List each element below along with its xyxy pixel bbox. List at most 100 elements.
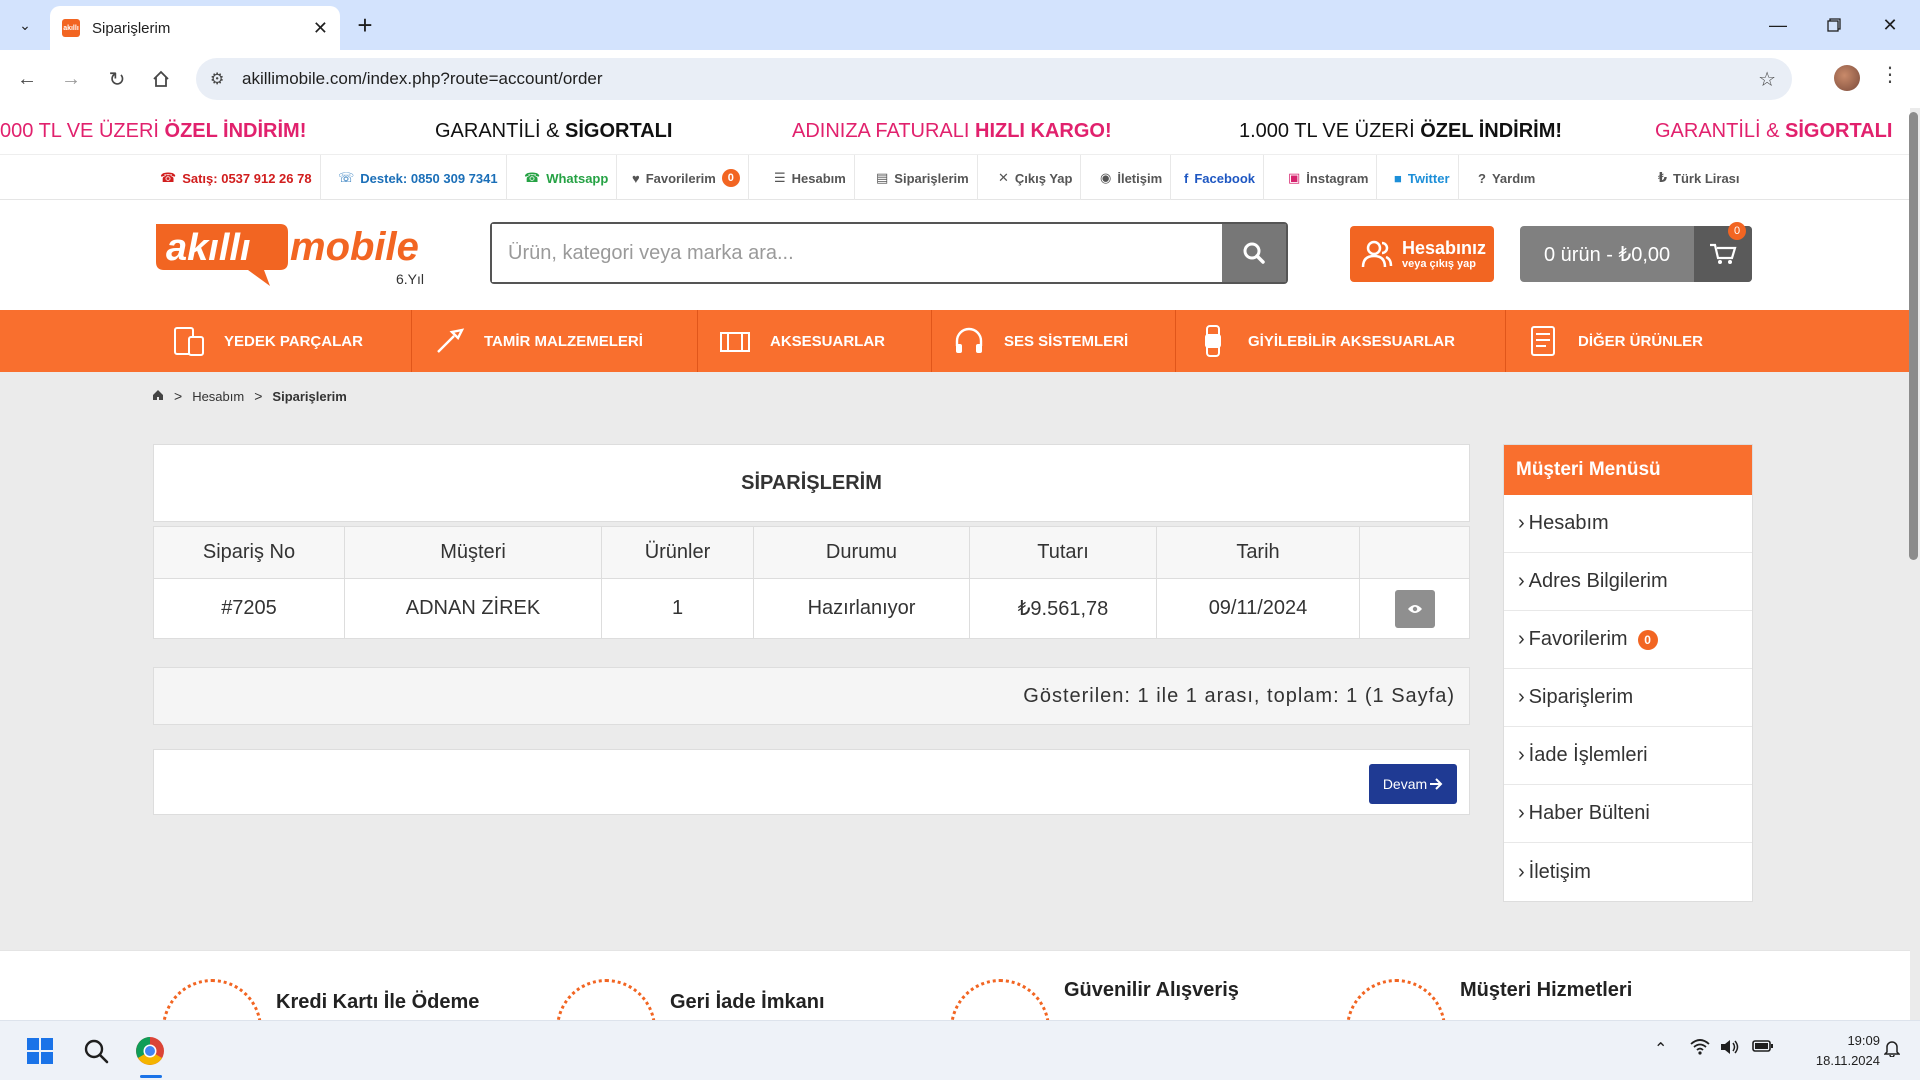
logout-link[interactable]: ✕ Çıkış Yap bbox=[990, 155, 1082, 201]
marquee-item: ADINIZA FATURALI HIZLI KARGO! bbox=[792, 120, 1112, 142]
credit-card-icon bbox=[162, 979, 262, 1020]
notification-bell-icon[interactable] bbox=[1883, 1039, 1901, 1062]
sidebar-item-orders[interactable]: › Siparişlerim bbox=[1504, 669, 1752, 727]
browser-tab-strip: ⌄ akıllı Siparişlerim ✕ + — ✕ bbox=[0, 0, 1920, 50]
feature-title: Kredi Kartı İle Ödeme bbox=[276, 991, 480, 1013]
sidebar-item-addresses[interactable]: › Adres Bilgilerim bbox=[1504, 553, 1752, 611]
order-actions-cell bbox=[1359, 578, 1470, 639]
tab-close-icon[interactable]: ✕ bbox=[313, 18, 328, 39]
feature-secure: Güvenilir Alışveriş bbox=[950, 979, 1239, 1020]
battery-icon[interactable] bbox=[1752, 1039, 1774, 1058]
location-pin-icon: ◉ bbox=[1100, 170, 1112, 185]
page-scrollbar[interactable] bbox=[1909, 112, 1918, 560]
view-order-button[interactable] bbox=[1394, 589, 1435, 628]
help-link[interactable]: ? Yardım bbox=[1470, 155, 1543, 201]
breadcrumb-account-link[interactable]: Hesabım bbox=[192, 389, 244, 404]
forward-arrow-icon[interactable]: → bbox=[56, 64, 86, 94]
continue-bar: Devam bbox=[153, 749, 1470, 815]
profile-avatar[interactable] bbox=[1834, 65, 1860, 91]
customer-menu: Müşteri Menüsü › Hesabım › Adres Bilgileri… bbox=[1503, 444, 1753, 902]
whatsapp-link[interactable]: ☎ Whatsapp bbox=[516, 155, 618, 201]
system-clock[interactable]: 19:09 18.11.2024 bbox=[1790, 1031, 1880, 1071]
taskbar-search-icon[interactable] bbox=[78, 1033, 114, 1069]
sidebar-item-contact[interactable]: › İletişim bbox=[1504, 843, 1752, 901]
sidebar-item-account[interactable]: › Hesabım bbox=[1504, 495, 1752, 553]
twitter-link[interactable]: ■ Twitter bbox=[1386, 155, 1459, 201]
chrome-taskbar-icon[interactable] bbox=[132, 1033, 168, 1069]
wifi-icon[interactable] bbox=[1690, 1039, 1710, 1060]
chevron-right-icon: › bbox=[1518, 570, 1525, 592]
cart-count-badge: 0 bbox=[1728, 222, 1746, 240]
back-arrow-icon[interactable]: ← bbox=[12, 64, 42, 94]
windows-taskbar: ⌃ 19:09 18.11.2024 bbox=[0, 1020, 1920, 1080]
favorites-count-badge: 0 bbox=[721, 169, 740, 187]
sales-phone-link[interactable]: ☎ Satış: 0537 912 26 78 bbox=[152, 155, 321, 201]
new-tab-plus-icon[interactable]: + bbox=[350, 10, 380, 40]
film-strip-icon bbox=[720, 332, 750, 352]
category-label: GİYİLEBİLİR AKSESUARLAR bbox=[1248, 332, 1455, 350]
cart-button[interactable]: 0 ürün - ₺0,00 0 bbox=[1520, 222, 1752, 282]
browser-menu-icon[interactable]: ⋮ bbox=[1880, 62, 1900, 87]
continue-button[interactable]: Devam bbox=[1369, 764, 1457, 804]
home-icon[interactable] bbox=[146, 64, 176, 94]
category-yedek-parcalar[interactable]: YEDEK PARÇALAR bbox=[152, 310, 412, 372]
order-total: ₺9.561,78 bbox=[969, 578, 1157, 639]
windows-start-icon[interactable] bbox=[22, 1033, 58, 1069]
chevron-right-icon: › bbox=[1518, 628, 1525, 650]
category-ses-sistemleri[interactable]: SES SİSTEMLERİ bbox=[932, 310, 1176, 372]
tab-search-chevron-icon[interactable]: ⌄ bbox=[8, 9, 42, 41]
window-minimize-icon[interactable]: — bbox=[1750, 0, 1806, 50]
category-aksesuarlar[interactable]: AKSESUARLAR bbox=[698, 310, 932, 372]
favorites-link[interactable]: ♥ Favorilerim 0 bbox=[624, 155, 749, 201]
instagram-link[interactable]: ▣ İnstagram bbox=[1280, 155, 1378, 201]
window-restore-icon[interactable] bbox=[1806, 0, 1862, 50]
sidebar-item-label: İade İşlemleri bbox=[1528, 744, 1648, 766]
category-tamir-malzemeleri[interactable]: TAMİR MALZEMELERİ bbox=[412, 310, 698, 372]
search-button[interactable] bbox=[1222, 224, 1286, 282]
currency-text: Türk Lirası bbox=[1673, 170, 1740, 186]
sidebar-item-label: Favorilerim bbox=[1528, 628, 1628, 650]
sidebar-item-label: Hesabım bbox=[1528, 512, 1609, 534]
bookmark-star-icon[interactable]: ☆ bbox=[1758, 67, 1776, 92]
category-giyilebilir-aksesuarlar[interactable]: GİYİLEBİLİR AKSESUARLAR bbox=[1176, 310, 1506, 372]
pagination-info: Gösterilen: 1 ile 1 arası, toplam: 1 (1 … bbox=[153, 667, 1470, 725]
customer-menu-title: Müşteri Menüsü bbox=[1504, 445, 1752, 495]
search-input[interactable] bbox=[492, 224, 1222, 282]
contact-link[interactable]: ◉ İletişim bbox=[1092, 155, 1172, 201]
browser-tab-active[interactable]: akıllı Siparişlerim ✕ bbox=[50, 6, 340, 50]
orders-link[interactable]: ▤ Siparişlerim bbox=[868, 155, 978, 201]
document-list-icon bbox=[1531, 326, 1555, 356]
facebook-link[interactable]: f Facebook bbox=[1176, 155, 1265, 201]
account-button[interactable]: Hesabınız veya çıkış yap bbox=[1350, 226, 1494, 282]
breadcrumb-home-icon[interactable] bbox=[152, 389, 164, 404]
currency-selector[interactable]: ₺ Türk Lirası bbox=[1650, 155, 1748, 201]
sidebar-item-favorites[interactable]: › Favorilerim 0 bbox=[1504, 611, 1752, 669]
feature-credit-card: Kredi Kartı İle Ödeme bbox=[162, 979, 479, 1020]
site-settings-icon[interactable]: ⚙ bbox=[210, 69, 224, 89]
category-diger-urunler[interactable]: DİĞER ÜRÜNLER bbox=[1506, 310, 1756, 372]
chevron-right-icon: › bbox=[1518, 860, 1525, 883]
sidebar-item-returns[interactable]: › İade İşlemleri bbox=[1504, 727, 1752, 785]
site-logo[interactable]: akıllı mobile 6.Yıl bbox=[152, 218, 432, 292]
favorites-count-badge: 0 bbox=[1637, 629, 1658, 650]
order-products: 1 bbox=[601, 578, 754, 639]
window-close-icon[interactable]: ✕ bbox=[1862, 0, 1918, 50]
column-header: Durumu bbox=[753, 526, 970, 579]
sidebar-item-newsletter[interactable]: › Haber Bülteni bbox=[1504, 785, 1752, 843]
support-phone-link[interactable]: ☏ Destek: 0850 309 7341 bbox=[330, 155, 507, 201]
headset-support-icon bbox=[1346, 979, 1446, 1020]
logout-text: Çıkış Yap bbox=[1014, 170, 1073, 186]
volume-icon[interactable] bbox=[1720, 1039, 1740, 1060]
tray-chevron-up-icon[interactable]: ⌃ bbox=[1654, 1039, 1667, 1059]
active-app-indicator bbox=[140, 1075, 162, 1078]
address-bar[interactable]: ⚙ akillimobile.com/index.php?route=accou… bbox=[196, 58, 1792, 100]
page-viewport: 000 TL VE ÜZERİ ÖZEL İNDİRİM! GARANTİLİ … bbox=[0, 108, 1920, 1020]
orders-table-header: Sipariş No Müşteri Ürünler Durumu Tutarı… bbox=[153, 526, 1470, 579]
marquee-item: 000 TL VE ÜZERİ ÖZEL İNDİRİM! bbox=[0, 120, 307, 142]
account-link[interactable]: ☰ Hesabım bbox=[766, 155, 855, 201]
reload-icon[interactable]: ↻ bbox=[102, 64, 132, 94]
continue-label: Devam bbox=[1382, 776, 1428, 792]
address-url: akillimobile.com/index.php?route=account… bbox=[242, 69, 603, 88]
column-header-actions bbox=[1359, 526, 1470, 579]
order-status: Hazırlanıyor bbox=[753, 578, 970, 639]
